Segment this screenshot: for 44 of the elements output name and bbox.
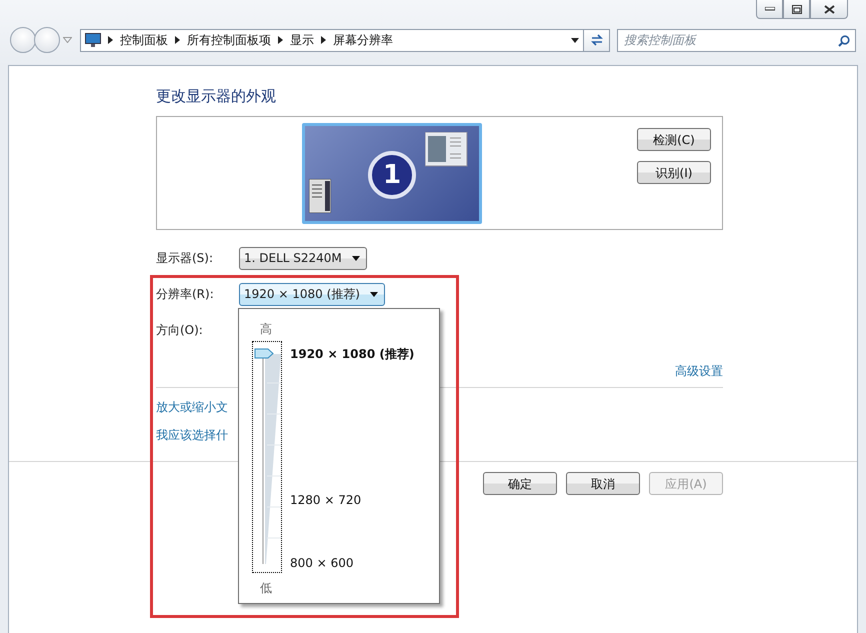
advanced-settings-link[interactable]: 高级设置 (675, 362, 723, 378)
resolution-option[interactable]: 1280 × 720 (290, 491, 362, 509)
identify-button[interactable]: 识别(I) (637, 161, 711, 184)
chevron-icon[interactable] (175, 34, 180, 46)
dropdown[interactable]: 1. DELL S2240M (239, 246, 367, 270)
help-link[interactable]: 放大或缩小文 (156, 400, 228, 414)
dropdown-caret-icon[interactable] (571, 38, 579, 42)
breadcrumb-item[interactable]: 所有控制面板项 (187, 31, 271, 49)
breadcrumb-item[interactable]: 控制面板 (120, 31, 168, 49)
chevron-icon[interactable] (278, 34, 283, 46)
search-icon (838, 34, 850, 46)
monitor-icon (85, 33, 101, 47)
chevron-icon[interactable] (108, 34, 113, 46)
chevron-icon[interactable] (321, 34, 326, 46)
dialog-button[interactable]: 取消 (566, 472, 640, 495)
search-field[interactable]: 搜索控制面板 (617, 28, 856, 52)
close-button[interactable] (810, 0, 848, 19)
page-heading: 更改显示器的外观 (156, 86, 277, 106)
refresh-icon (590, 34, 604, 46)
dropdown-caret-icon (352, 256, 360, 260)
setting-label: 显示器(S): (156, 250, 214, 267)
high-label: 高 (260, 321, 272, 338)
low-label: 低 (260, 580, 272, 597)
dropdown[interactable]: 1920 × 1080 (推荐) (239, 282, 385, 306)
breadcrumb-item[interactable]: 屏幕分辨率 (333, 31, 393, 49)
help-link[interactable]: 我应该选择什 (156, 428, 228, 442)
address-bar[interactable]: 控制面板 所有控制面板项 显示 屏幕分辨率 (80, 28, 584, 52)
refresh-button[interactable] (584, 28, 610, 52)
minimize-button[interactable] (756, 0, 783, 19)
setting-label: 分辨率(R): (156, 286, 215, 303)
detect-button[interactable]: 检测(C) (637, 128, 711, 151)
dialog-button[interactable]: 确定 (483, 472, 557, 495)
monitor-number[interactable]: 1 (368, 151, 416, 199)
resolution-option[interactable]: 1920 × 1080 (推荐) (290, 345, 414, 363)
setting-label: 方向(O): (156, 322, 204, 339)
minimize-icon (764, 7, 774, 11)
breadcrumb-item[interactable]: 显示 (290, 31, 314, 49)
close-icon (824, 4, 834, 14)
gadget-thumbnail-icon (309, 179, 331, 213)
slider-thumb[interactable] (254, 348, 274, 359)
dropdown-caret-icon (370, 292, 378, 296)
maximize-button[interactable] (783, 0, 810, 19)
maximize-icon (792, 4, 802, 14)
resolution-option[interactable]: 800 × 600 (290, 554, 354, 572)
